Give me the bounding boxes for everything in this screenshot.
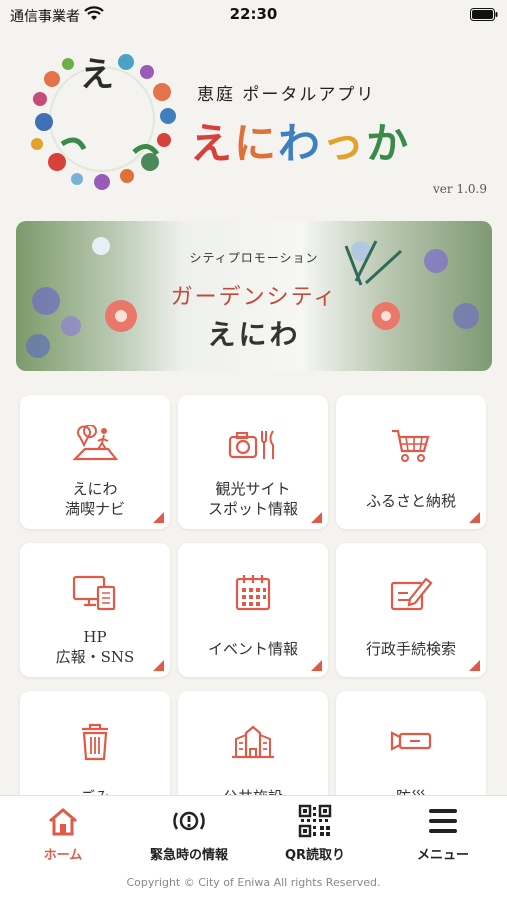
camera-cutlery-icon <box>228 430 274 459</box>
app-name-char: え <box>190 119 235 168</box>
tile-label: ふるさと納税 <box>336 491 486 511</box>
tile-tourism[interactable]: 観光サイト スポット情報 <box>178 395 328 529</box>
corner-marker <box>153 512 164 523</box>
version-label: ver 1.0.9 <box>433 182 487 196</box>
emergency-alert-icon <box>173 811 205 831</box>
clock: 22:30 <box>229 5 278 23</box>
tile-label: HP 広報・SNS <box>20 627 170 667</box>
app-subtitle: 恵庭 ポータルアプリ <box>197 85 376 105</box>
public-building-icon <box>232 725 274 759</box>
flower-wreath-logo: え <box>31 54 176 190</box>
status-bar: 通信事業者 22:30 <box>0 0 507 32</box>
tile-hp-sns[interactable]: HP 広報・SNS <box>20 543 170 677</box>
banner-city-name: えにわ <box>207 318 301 351</box>
copyright-text: Copyright © City of Eniwa All rights Res… <box>126 876 381 889</box>
tile-label-line: 行政手続検索 <box>365 640 456 658</box>
bottom-tab-bar: ホーム 緊急時の情報 QR読取り メニュー Copyright © City o… <box>0 795 507 900</box>
battery-icon <box>470 8 498 21</box>
tab-label: メニュー <box>416 848 469 863</box>
app-name: えにわっか <box>190 110 410 171</box>
tile-label: イベント情報 <box>178 639 328 659</box>
app-name-char: に <box>234 119 279 168</box>
home-icon <box>49 808 77 836</box>
calendar-icon <box>235 575 271 611</box>
tab-menu[interactable]: メニュー <box>380 804 506 868</box>
tile-label-line: 満喫ナビ <box>64 500 125 518</box>
tab-label: ホーム <box>43 848 83 863</box>
tile-label-line: HP <box>83 628 107 646</box>
corner-marker <box>311 660 322 671</box>
corner-marker <box>311 512 322 523</box>
qr-code-icon <box>298 804 332 838</box>
tile-label: えにわ 満喫ナビ <box>20 479 170 519</box>
tab-label: QR読取り <box>284 848 346 863</box>
home-screen: 通信事業者 22:30 え 恵庭 ポータルアプリ えにわっか ver 1.0.9… <box>0 0 507 900</box>
monitor-document-icon <box>72 575 116 611</box>
svg-text:え: え <box>80 55 114 95</box>
app-name-char: か <box>366 119 411 168</box>
tile-events[interactable]: イベント情報 <box>178 543 328 677</box>
hamburger-menu-icon <box>429 809 457 833</box>
corner-marker <box>469 512 480 523</box>
tile-label-line: イベント情報 <box>207 640 298 658</box>
corner-marker <box>153 660 164 671</box>
banner-subtitle: シティプロモーション <box>189 251 319 265</box>
app-name-char: わ <box>278 119 323 168</box>
tab-emergency[interactable]: 緊急時の情報 <box>126 804 252 868</box>
flashlight-icon <box>390 731 432 751</box>
tab-home[interactable]: ホーム <box>0 804 126 868</box>
tile-label-line: えにわ <box>72 480 118 498</box>
tile-label: 観光サイト スポット情報 <box>178 479 328 519</box>
tile-eniwa-navi[interactable]: えにわ 満喫ナビ <box>20 395 170 529</box>
tile-furusato-tax[interactable]: ふるさと納税 <box>336 395 486 529</box>
tile-label-line: ふるさと納税 <box>365 492 456 510</box>
form-pencil-icon <box>390 577 433 611</box>
trash-can-icon <box>82 723 108 761</box>
tile-label-line: スポット情報 <box>207 500 298 518</box>
tile-label-line: 観光サイト <box>215 480 291 498</box>
app-name-char: っ <box>322 119 367 168</box>
map-pin-walker-icon <box>72 425 119 461</box>
tile-label-line: 広報・SNS <box>55 648 135 666</box>
tile-label: 行政手続検索 <box>336 639 486 659</box>
corner-marker <box>469 660 480 671</box>
city-promotion-banner[interactable]: シティプロモーション ガーデンシティ えにわ <box>16 221 492 371</box>
tab-qr-reader[interactable]: QR読取り <box>252 804 378 868</box>
tile-admin-procedures[interactable]: 行政手続検索 <box>336 543 486 677</box>
tab-label: 緊急時の情報 <box>149 848 228 863</box>
shopping-cart-icon <box>392 429 430 462</box>
banner-title: ガーデンシティ <box>170 285 338 310</box>
